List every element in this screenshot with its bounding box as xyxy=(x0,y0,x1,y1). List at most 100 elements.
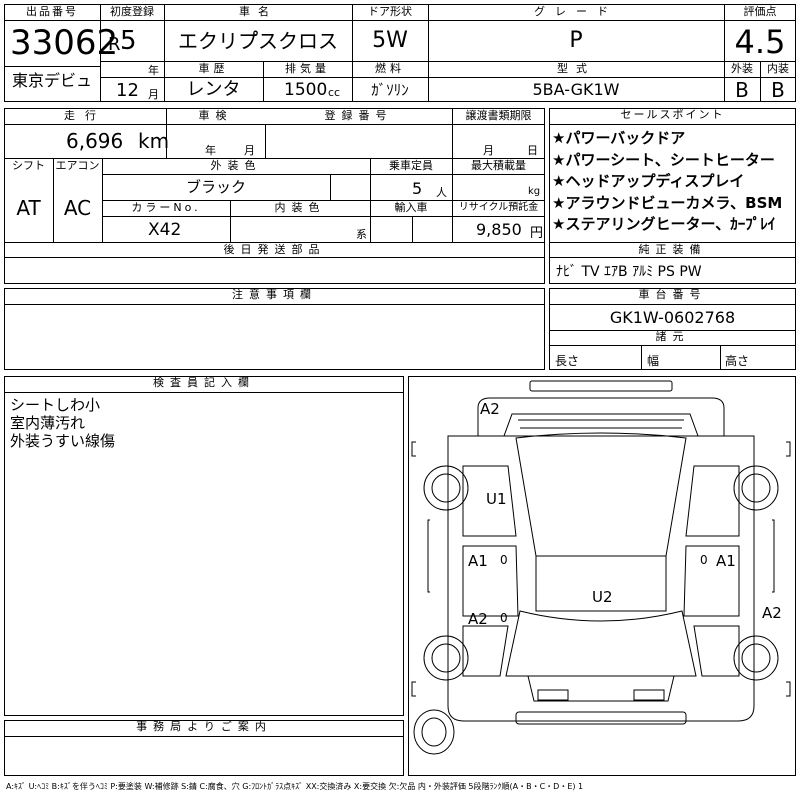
damage-mark: A2 xyxy=(480,400,500,418)
equipment: ﾅﾋﾞ TV ｴｱB ｱﾙﾐ PS PW xyxy=(556,264,702,280)
recycle-fee: 9,850 xyxy=(476,220,522,239)
wheel-front-left xyxy=(423,465,469,511)
spare-wheel xyxy=(413,709,455,755)
chassis-label: 車台番号 xyxy=(549,288,796,305)
capacity-label: 乗車定員 xyxy=(389,159,433,172)
roof xyxy=(505,610,697,677)
interior-grade: B xyxy=(771,78,785,102)
sales-point: ★パワーシート、シートヒーター xyxy=(552,150,775,169)
lot-number-label: 出品番号 xyxy=(26,5,78,18)
inspector-line: シートしわ小 xyxy=(10,396,101,414)
inspection-month-unit: 月 xyxy=(244,144,255,157)
score: 4.5 xyxy=(734,23,786,61)
damage-mark: A1 xyxy=(716,552,736,570)
ac: AC xyxy=(63,196,92,220)
inspector-notes: シートしわ小 室内薄汚れ 外装うすい線傷 xyxy=(10,396,115,450)
damage-mark: A2 xyxy=(468,610,488,628)
fuel-label: 燃料 xyxy=(375,62,405,75)
capacity-unit: 人 xyxy=(436,186,447,199)
length-label: 長さ xyxy=(555,354,580,368)
color-no-label: カラーNo. xyxy=(131,201,201,214)
displacement: 1500 xyxy=(284,80,328,100)
exterior-grade: B xyxy=(735,78,749,102)
inspector-label: 検査員記入欄 xyxy=(4,376,404,393)
first-reg-month: 12 xyxy=(116,80,139,101)
height-label: 高さ xyxy=(725,354,750,368)
displacement-unit: cc xyxy=(328,86,341,99)
first-reg-year: 5 xyxy=(120,26,137,56)
max-load-label: 最大積載量 xyxy=(471,159,526,172)
first-reg-label: 初度登録 xyxy=(110,5,154,18)
color-no: X42 xyxy=(148,220,182,240)
ac-label: エアコン xyxy=(55,159,100,172)
history: レンタ xyxy=(186,79,241,100)
wheel-rear-right xyxy=(733,635,779,681)
later-parts-label: 後日発送部品 xyxy=(223,243,326,256)
sales-points-label: セールスポイント xyxy=(549,108,796,125)
door-label: ドア形状 xyxy=(368,5,412,18)
front-bar xyxy=(529,380,673,392)
import-label: 輸入車 xyxy=(394,201,428,214)
equipment-label: 純正装備 xyxy=(549,243,796,258)
wheel-rear-left xyxy=(423,635,469,681)
mileage: 6,696 xyxy=(66,129,124,153)
capacity: 5 xyxy=(412,179,423,198)
interior-label: 内装 xyxy=(767,62,789,75)
max-load-unit: kg xyxy=(528,186,541,197)
sales-point: ★ヘッドアップディスプレイ xyxy=(552,172,745,190)
dims-label: 諸元 xyxy=(549,330,796,346)
interior-color-unit: 系 xyxy=(356,228,367,241)
sales-point: ★パワーバックドア xyxy=(552,129,686,147)
hood xyxy=(477,397,725,437)
era: R xyxy=(108,34,121,55)
car-name: エクリプ゚スクロス xyxy=(178,29,338,53)
interior-color-label: 内装色 xyxy=(274,201,326,214)
inspection-year-unit: 年 xyxy=(205,144,216,157)
mileage-unit: km xyxy=(138,129,170,153)
venue: 東京デビュ xyxy=(11,71,92,90)
exterior-label: 外装 xyxy=(731,62,753,75)
office-label: 事務局よりご案内 xyxy=(4,720,404,737)
sales-point: ★アラウンドビューカメラ、BSM xyxy=(552,193,783,212)
recycle-label: リサイクル預託金 xyxy=(458,202,539,213)
zero-mark: 0 xyxy=(700,553,708,567)
inspection-label: 車検 xyxy=(198,109,233,122)
registration-label: 登録番号 xyxy=(324,109,393,122)
fuel: ｶﾞｿﾘﾝ xyxy=(371,81,409,99)
history-label: 車歴 xyxy=(198,62,229,75)
inspector-line: 室内薄汚れ xyxy=(10,414,86,432)
width-label: 幅 xyxy=(647,354,660,368)
zero-mark: 0 xyxy=(500,611,508,625)
lot-number: 33062 xyxy=(10,23,119,63)
transfer-day-unit: 日 xyxy=(527,144,538,157)
damage-mark: U1 xyxy=(486,490,507,508)
chassis-number: GK1W-0602768 xyxy=(609,308,736,327)
model-label: 型式 xyxy=(557,62,595,75)
model-code: 5BA-GK1W xyxy=(532,80,620,99)
door-type: 5W xyxy=(372,28,408,53)
damage-mark: U2 xyxy=(592,588,613,606)
color-label: 外装色 xyxy=(210,159,262,172)
shift: AT xyxy=(16,196,41,220)
sales-point: ★ステアリングヒーター、ｶｰﾌﾟﾚｲ xyxy=(552,215,776,233)
year-unit: 年 xyxy=(148,64,159,77)
color: ブラック xyxy=(185,178,246,196)
transfer-month-unit: 月 xyxy=(483,144,494,157)
grade-label: グレード xyxy=(534,5,618,18)
month-unit: 月 xyxy=(148,88,159,101)
notes-label: 注意事項欄 xyxy=(4,288,545,305)
recycle-unit: 円 xyxy=(530,226,544,241)
score-label: 評価点 xyxy=(743,5,777,18)
car-diagram: A2 U1 A1 A1 A2 U2 A2 0 0 0 xyxy=(411,380,791,755)
displacement-label: 排気量 xyxy=(285,62,330,75)
car-name-label: 車名 xyxy=(239,5,277,18)
body-outline xyxy=(447,435,755,722)
legend: A:ｷｽﾞ U:ﾍｺﾐ B:ｷｽﾞを伴うﾍｺﾐ P:要塗装 W:補修跡 S:錆 … xyxy=(6,782,584,791)
rear-bar xyxy=(515,711,687,725)
zero-mark: 0 xyxy=(500,553,508,567)
shift-label: シフト xyxy=(12,159,45,172)
grade: P xyxy=(569,28,583,53)
mileage-label: 走行 xyxy=(64,109,106,122)
damage-mark: A2 xyxy=(762,604,782,622)
transfer-deadline-label: 譲渡書類期限 xyxy=(465,109,532,122)
